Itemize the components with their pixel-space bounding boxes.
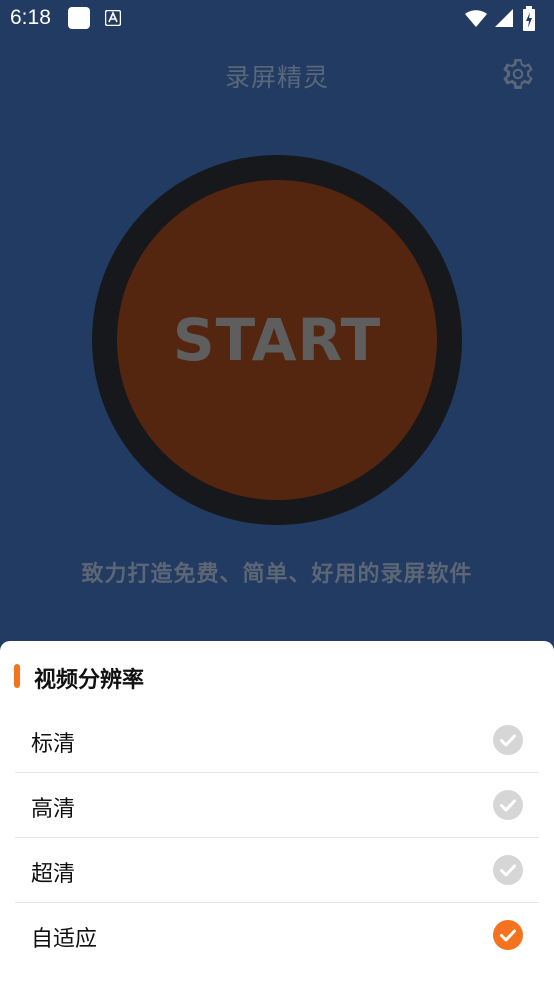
- resolution-option-list: 标清 高清 超清 自适应: [15, 708, 539, 967]
- signal-icon: [495, 9, 513, 27]
- app-bar: 录屏精灵: [0, 36, 554, 116]
- resolution-option-auto[interactable]: 自适应: [15, 903, 539, 967]
- sheet-title: 视频分辨率: [34, 668, 145, 693]
- resolution-bottom-sheet: 视频分辨率 标清 高清 超清 自适应: [0, 641, 554, 984]
- check-circle-icon: [493, 725, 523, 755]
- notification-a-icon: [104, 9, 122, 27]
- start-label: START: [172, 306, 382, 374]
- battery-charging-icon: [523, 6, 535, 31]
- status-time: 6:18: [10, 6, 51, 29]
- resolution-option-hd[interactable]: 高清: [15, 773, 539, 838]
- status-bar: 6:18: [0, 0, 554, 36]
- notification-square-icon: [68, 7, 90, 29]
- option-label: 标清: [31, 732, 76, 757]
- option-label: 自适应: [31, 927, 98, 952]
- check-circle-icon: [493, 790, 523, 820]
- resolution-option-uhd[interactable]: 超清: [15, 838, 539, 903]
- tagline: 致力打造免费、简单、好用的录屏软件: [81, 562, 473, 587]
- check-circle-selected-icon: [493, 920, 523, 950]
- sheet-title-accent: [14, 664, 20, 688]
- start-record-button[interactable]: START: [117, 180, 437, 500]
- settings-button[interactable]: [500, 56, 536, 92]
- option-label: 高清: [31, 797, 76, 822]
- resolution-option-sd[interactable]: 标清: [15, 708, 539, 773]
- page-title: 录屏精灵: [224, 63, 329, 92]
- check-circle-icon: [493, 855, 523, 885]
- gear-icon: [503, 59, 533, 89]
- wifi-icon: [465, 10, 487, 27]
- option-label: 超清: [31, 862, 76, 887]
